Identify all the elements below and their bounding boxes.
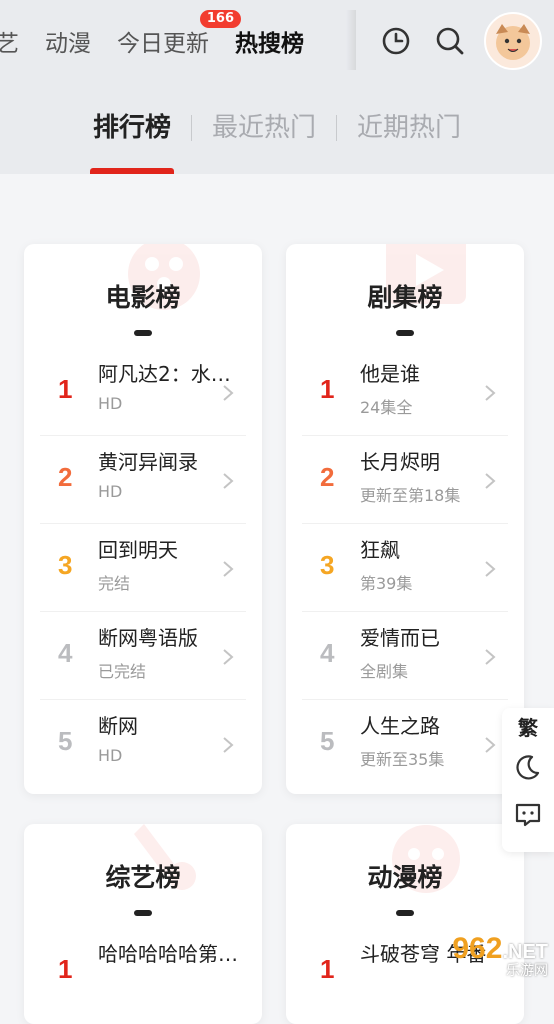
chevron-right-icon	[223, 737, 234, 753]
rank-number: 2	[58, 462, 73, 492]
traditional-chinese-toggle[interactable]: 繁	[518, 712, 538, 741]
dark-mode-moon-icon[interactable]	[514, 753, 542, 785]
subtab-trending[interactable]: 近期热门	[337, 82, 481, 174]
series-rank-card: 剧集榜 1 他是谁 24集全 2 长月烬明 更新至第18集 3 狂飙 第39集 …	[286, 244, 524, 794]
rank-title: 阿凡达2：水之道	[98, 362, 238, 386]
feedback-icon[interactable]	[514, 801, 542, 833]
title-dash	[134, 910, 152, 916]
rank-number: 5	[320, 726, 335, 756]
rank-row[interactable]: 1 他是谁 24集全	[302, 348, 508, 436]
rank-status: HD	[98, 482, 123, 501]
site-watermark: 962.NET 乐游网	[452, 932, 548, 980]
rank-number: 1	[58, 954, 73, 984]
chevron-right-icon	[223, 649, 234, 665]
rank-status: 完结	[98, 574, 131, 593]
rank-row[interactable]: 4 断网粤语版 已完结	[40, 612, 246, 700]
chevron-right-icon	[223, 385, 234, 401]
nav-tab-variety[interactable]: 艺	[0, 24, 19, 58]
rank-title: 哈哈哈哈哈第三季	[98, 942, 238, 966]
subtab-recent-hot[interactable]: 最近热门	[192, 82, 336, 174]
rank-row[interactable]: 5 人生之路 更新至35集	[302, 700, 508, 787]
chevron-right-icon	[223, 561, 234, 577]
rank-number: 3	[320, 550, 335, 580]
nav-tab-anime[interactable]: 动漫	[45, 24, 91, 58]
rank-row[interactable]: 1 阿凡达2：水之道 HD	[40, 348, 246, 436]
rank-title: 回到明天	[98, 538, 178, 562]
chevron-right-icon	[485, 473, 496, 489]
ranking-subtabs: 排行榜 最近热门 近期热门	[0, 82, 554, 174]
rank-row[interactable]: 2 长月烬明 更新至第18集	[302, 436, 508, 524]
nav-fade-divider	[346, 10, 356, 70]
rank-status: 全剧集	[360, 662, 409, 681]
history-icon[interactable]	[376, 21, 416, 61]
chevron-right-icon	[223, 473, 234, 489]
title-dash	[396, 910, 414, 916]
chevron-right-icon	[485, 649, 496, 665]
card-title-variety: 综艺榜	[105, 863, 181, 892]
nav-tab-today-update-label: 今日更新	[117, 31, 209, 57]
rank-number: 3	[58, 550, 73, 580]
rank-number: 4	[320, 638, 335, 668]
rank-row[interactable]: 5 断网 HD	[40, 700, 246, 787]
user-avatar[interactable]	[484, 12, 542, 70]
title-dash	[396, 330, 414, 336]
rank-number: 1	[320, 374, 335, 404]
rank-status: 24集全	[360, 398, 413, 417]
rank-row[interactable]: 2 黄河异闻录 HD	[40, 436, 246, 524]
rank-status: 更新至35集	[360, 750, 445, 769]
rank-number: 4	[58, 638, 73, 668]
rank-title: 他是谁	[360, 362, 420, 386]
chevron-right-icon	[485, 385, 496, 401]
rank-row[interactable]: 3 狂飙 第39集	[302, 524, 508, 612]
chevron-right-icon	[485, 737, 496, 753]
rank-title: 黄河异闻录	[98, 450, 198, 474]
card-title-movie: 电影榜	[105, 283, 181, 312]
nav-tab-hot-search[interactable]: 热搜榜	[235, 24, 304, 62]
rank-status: 第39集	[360, 574, 413, 593]
rank-title: 断网粤语版	[98, 626, 198, 650]
chevron-right-icon	[485, 561, 496, 577]
rank-number: 5	[58, 726, 73, 756]
search-icon[interactable]	[430, 21, 470, 61]
rank-number: 2	[320, 462, 335, 492]
rank-status: HD	[98, 394, 123, 413]
rank-status: 已完结	[98, 662, 147, 681]
rank-title: 长月烬明	[360, 450, 440, 474]
rank-title: 人生之路	[360, 714, 440, 738]
rank-number: 1	[58, 374, 73, 404]
card-title-series: 剧集榜	[367, 283, 443, 312]
movie-rank-card: 电影榜 1 阿凡达2：水之道 HD 2 黄河异闻录 HD 3 回到明天 完结 4…	[24, 244, 262, 794]
card-title-anime: 动漫榜	[367, 863, 443, 892]
nav-tab-today-update[interactable]: 今日更新 166	[117, 10, 241, 58]
title-dash	[134, 330, 152, 336]
rank-title: 断网	[98, 714, 138, 738]
rank-row[interactable]: 3 回到明天 完结	[40, 524, 246, 612]
variety-rank-card: 综艺榜 1 哈哈哈哈哈第三季	[24, 824, 262, 1024]
floating-side-toolbar: 繁	[502, 708, 554, 852]
top-nav: 艺 动漫 今日更新 166 热搜榜	[0, 0, 554, 82]
rank-title: 狂飙	[360, 538, 400, 562]
subtab-ranking[interactable]: 排行榜	[73, 82, 191, 174]
rank-row[interactable]: 4 爱情而已 全剧集	[302, 612, 508, 700]
anime-rank-card: 动漫榜 1 斗破苍穹 年番	[286, 824, 524, 1024]
rank-status: HD	[98, 746, 123, 765]
rank-row[interactable]: 1 哈哈哈哈哈第三季	[40, 928, 246, 1015]
rank-title: 爱情而已	[360, 626, 440, 650]
rank-number: 1	[320, 954, 335, 984]
rank-status: 更新至第18集	[360, 486, 461, 505]
